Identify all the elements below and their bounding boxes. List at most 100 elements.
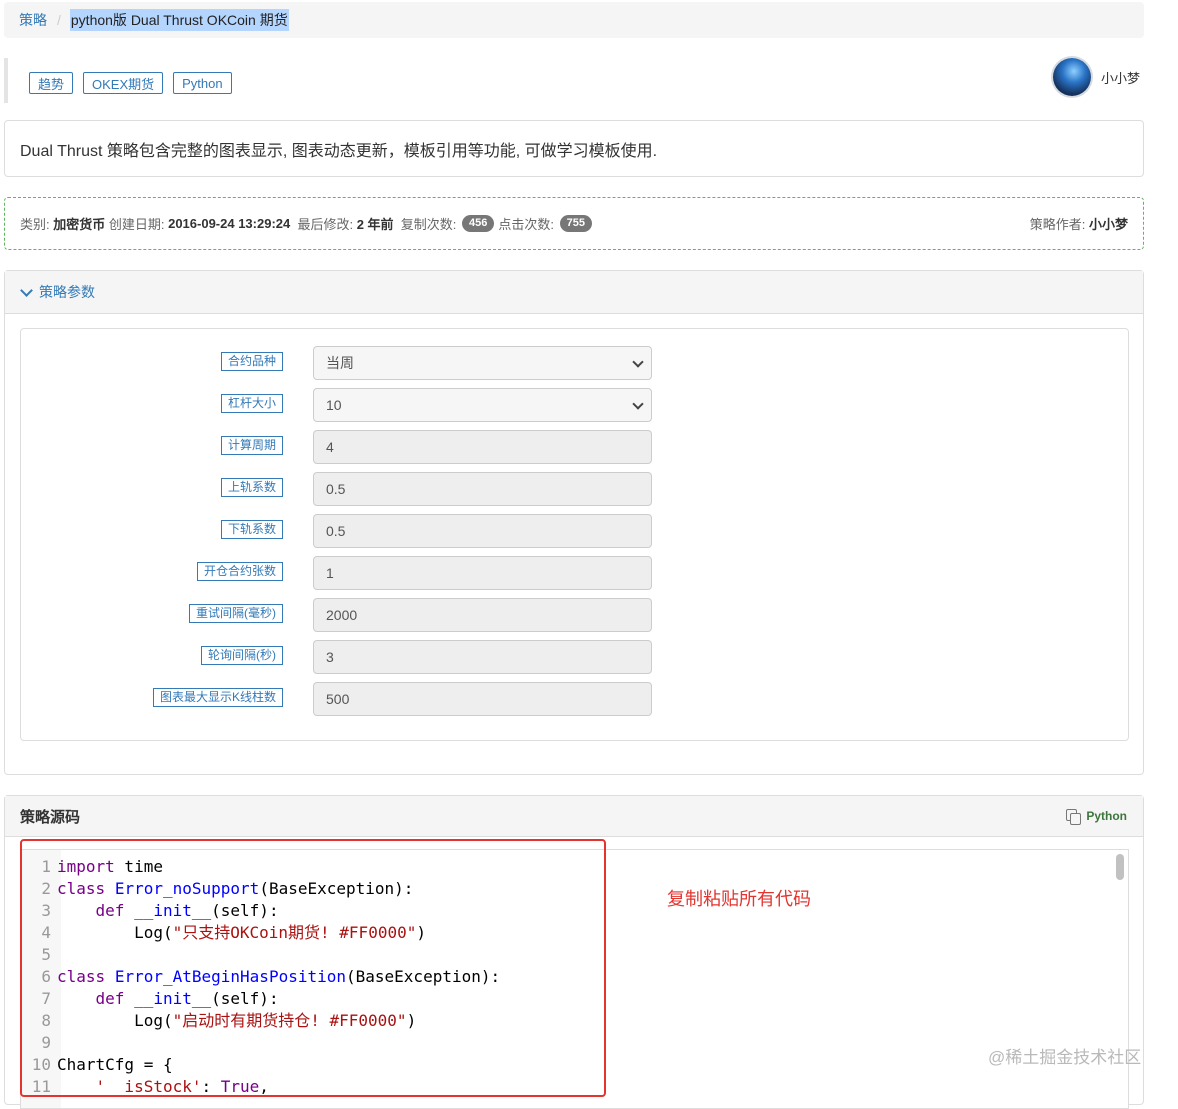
param-row: 杠杆大小 10 [21,388,1128,422]
code-token: "启动时有期货持仓! #FF0000" [172,1011,407,1030]
code-line: 6 class Error_AtBeginHasPosition (BaseExce… [21,966,500,988]
code-line: 5 [21,944,500,966]
param-label: 上轨系数 [220,478,283,497]
clicks-badge: 755 [559,215,592,232]
line-number: 10 [31,1055,51,1074]
avatar[interactable] [1053,58,1091,96]
code-token: time [114,857,163,876]
code-token: ChartCfg = { [57,1055,173,1074]
breadcrumb-separator: / [57,12,61,28]
line-number: 5 [41,945,51,964]
params-panel: 策略参数 合约品种 当周杠杆大小 10 计算周期 4 上轨系数 0.5 下轨系数 0.5 开仓合约… [4,270,1144,775]
code-token: '__isStock' [95,1077,202,1096]
strategy-meta: 类别: 加密货币 创建日期: 2016-09-24 13:29:24 最后修改:… [4,197,1144,250]
code-panel-header: 策略源码 Python [5,796,1143,837]
line-number: 9 [41,1033,51,1052]
breadcrumb-link-strategy[interactable]: 策略 [19,10,47,30]
code-token: (BaseException): [259,879,414,898]
tag-okex-futures[interactable]: OKEX期货 [83,72,164,94]
param-value: 2000 [326,607,358,623]
code-line: 2 class Error_noSupport (BaseException): [21,878,500,900]
code-token: "只支持OKCoin期货! #FF0000" [172,923,417,942]
scrollbar[interactable] [1116,854,1124,880]
params-panel-title: 策略参数 [39,284,95,300]
code-token: ) [406,1011,417,1030]
modified-label: 最后修改: [290,217,357,232]
param-label: 轮询间隔(秒) [201,646,283,665]
param-value: 3 [326,649,334,665]
code-token: (BaseException): [346,967,501,986]
param-row: 重试间隔(毫秒) 2000 [21,598,1128,632]
category-value: 加密货币 [53,217,106,232]
params-panel-header[interactable]: 策略参数 [5,271,1143,314]
line-number: 8 [41,1011,51,1030]
tag-list: 趋势 OKEX期货 Python [29,72,232,94]
language-label: Python [1086,809,1127,823]
code-line: 3 def __init__ (self): [21,900,500,922]
code-line: 10 ChartCfg = { [21,1054,500,1076]
param-value: 4 [326,439,334,455]
code-token: class [57,967,106,986]
param-input[interactable]: 1 [313,556,652,590]
breadcrumb-current: python版 Dual Thrust OKCoin 期货 [69,9,289,31]
line-number: 7 [41,989,51,1008]
code-token: True [220,1077,260,1096]
code-token: Error_AtBeginHasPosition [114,967,346,986]
copies-badge: 456 [462,215,495,232]
param-input[interactable]: 0.5 [313,514,652,548]
code-token: def [95,989,125,1008]
param-row: 图表最大显示K线柱数 500 [21,682,1128,716]
code-token: : [201,1077,221,1096]
param-value: 500 [326,691,350,707]
watermark: @稀土掘金技术社区 [988,1048,1142,1067]
param-input[interactable]: 2000 [313,598,652,632]
annotation-text: 复制粘贴所有代码 [667,889,811,909]
param-label: 开仓合约张数 [196,562,283,581]
param-row: 开仓合约张数 1 [21,556,1128,590]
line-number: 3 [41,901,51,920]
param-label: 杠杆大小 [220,394,283,413]
copy-icon[interactable] [1066,808,1082,825]
code-token: import [57,857,115,876]
param-input[interactable]: 500 [313,682,652,716]
author-value[interactable]: 小小梦 [1089,217,1128,232]
code-line: 7 def __init__ (self): [21,988,500,1010]
param-value: 1 [326,565,334,581]
code-token: def [95,901,125,920]
chevron-down-icon [632,356,644,368]
modified-value: 2 年前 [356,217,394,232]
param-row: 计算周期 4 [21,430,1128,464]
line-number: 2 [41,879,51,898]
tag-python[interactable]: Python [173,72,232,94]
created-label: 创建日期: [105,217,169,232]
line-number: 4 [41,923,51,942]
code-line: 9 [21,1032,500,1054]
param-input[interactable]: 4 [313,430,652,464]
param-row: 下轨系数 0.5 [21,514,1128,548]
author-name[interactable]: 小小梦 [1101,68,1140,87]
param-select[interactable]: 10 [313,388,652,422]
code-token: __init__ [134,901,212,920]
code-lines: 1 import time 2 class Error_noSupport (BaseE… [21,856,500,1098]
breadcrumb: 策略 / python版 Dual Thrust OKCoin 期货 [4,2,1144,38]
param-input[interactable]: 3 [313,640,652,674]
author-label: 策略作者: [1029,217,1089,232]
tag-trend[interactable]: 趋势 [29,72,74,94]
param-row: 合约品种 当周 [21,346,1128,380]
code-token: (self): [211,901,279,920]
param-value: 10 [326,397,342,413]
param-input[interactable]: 0.5 [313,472,652,506]
category-label: 类别: [20,217,54,232]
copies-label: 复制次数: [393,217,460,232]
clicks-label: 点击次数: [498,217,558,232]
code-editor[interactable]: 1 import time 2 class Error_noSupport (BaseE… [20,849,1129,1109]
language-indicator: Python [1066,808,1127,825]
chevron-down-icon [20,283,33,297]
param-row: 上轨系数 0.5 [21,472,1128,506]
param-select[interactable]: 当周 [313,346,652,380]
param-label: 下轨系数 [220,520,283,539]
